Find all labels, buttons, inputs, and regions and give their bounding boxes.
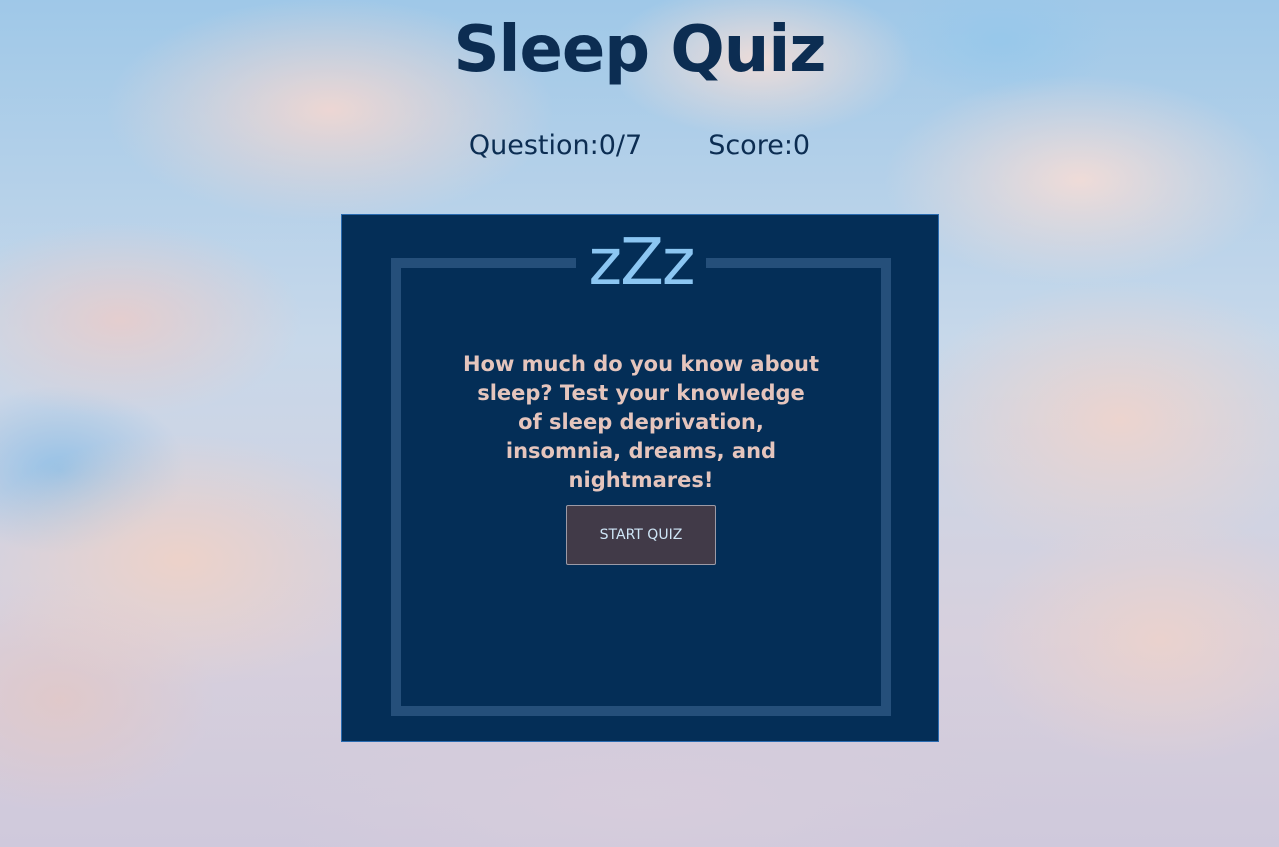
page-title: Sleep Quiz (453, 13, 826, 87)
quiz-card: zZz How much do you know about sleep? Te… (341, 214, 939, 742)
quiz-intro-text: How much do you know about sleep? Test y… (462, 352, 820, 492)
quiz-page: Sleep Quiz Question:0/7 Score:0 zZz How … (0, 0, 1279, 847)
question-counter-label: Question: (468, 130, 599, 161)
sleep-zzz-logo: zZz (576, 223, 706, 303)
score-counter-label: Score: (708, 130, 793, 161)
score-counter: Score:0 (708, 128, 810, 164)
start-quiz-button[interactable]: START QUIZ (566, 505, 716, 565)
question-counter: Question:0/7 (469, 128, 642, 164)
question-counter-value: 0/7 (598, 130, 643, 161)
score-counter-value: 0 (792, 130, 811, 161)
quiz-stats: Question:0/7 Score:0 (0, 128, 1279, 164)
